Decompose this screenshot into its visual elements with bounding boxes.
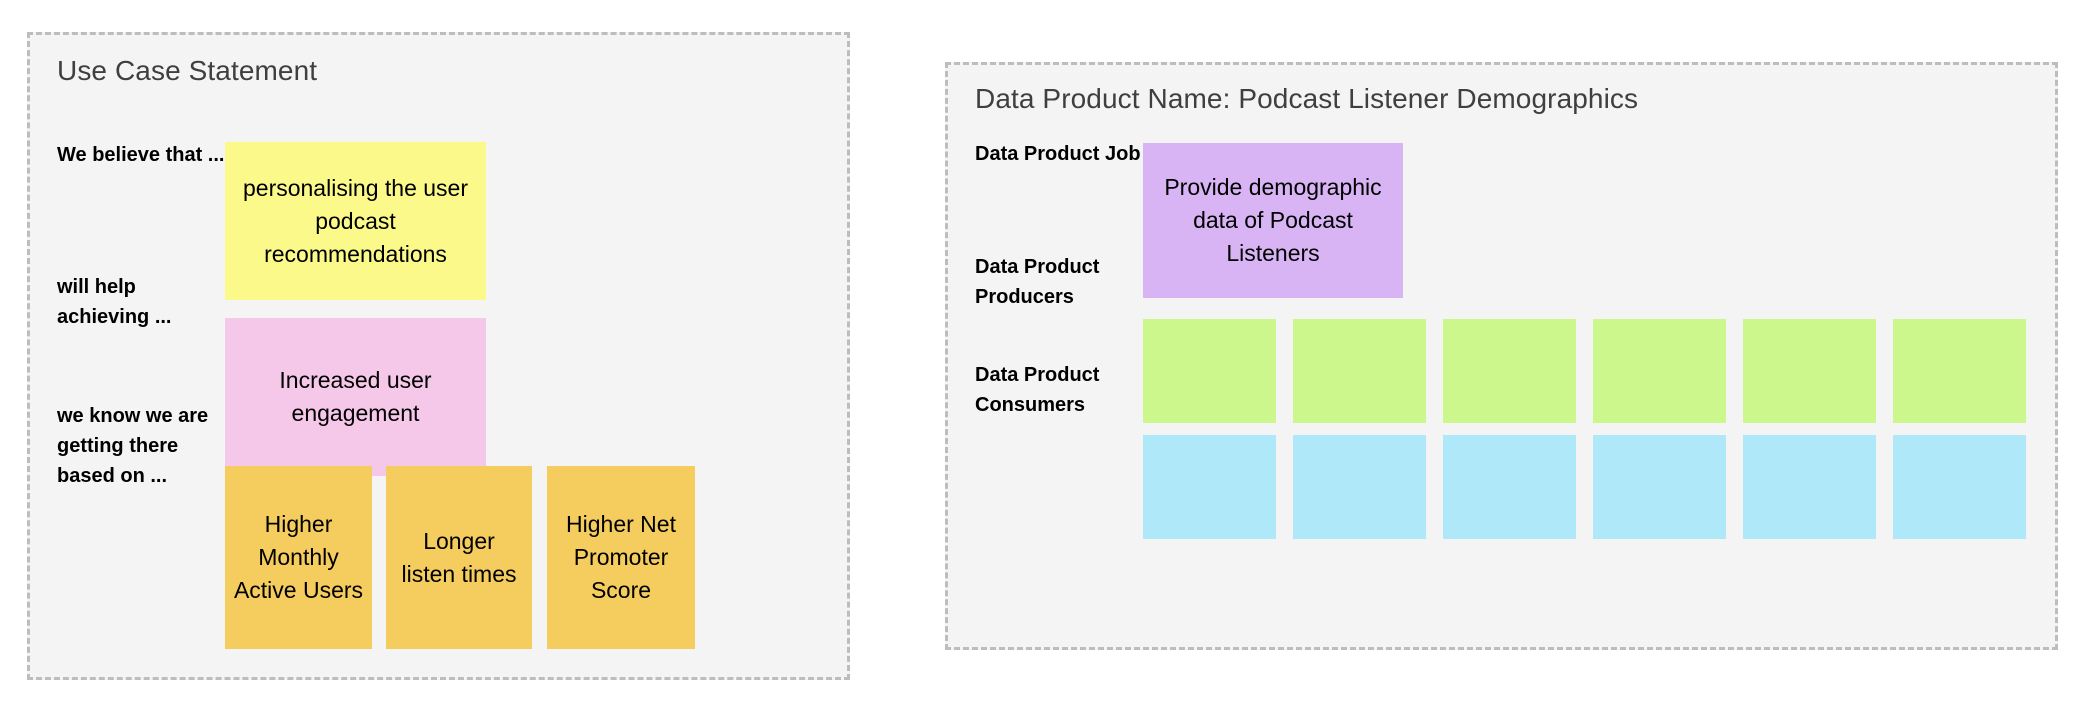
data-product-producers-row [1143, 319, 2026, 423]
sticky-note-consumer[interactable] [1743, 435, 1876, 539]
sticky-note-consumer[interactable] [1593, 435, 1726, 539]
sticky-note-producer[interactable] [1593, 319, 1726, 423]
sticky-note-consumer[interactable] [1443, 435, 1576, 539]
sticky-note-producer[interactable] [1443, 319, 1576, 423]
data-product-panel: Data Product Name: Podcast Listener Demo… [945, 62, 2058, 650]
use-case-statement-panel: Use Case Statement We believe that ... p… [27, 32, 850, 680]
sticky-note-outcome[interactable]: Increased user engagement [225, 318, 486, 476]
data-product-panel-title: Data Product Name: Podcast Listener Demo… [975, 83, 1639, 114]
sticky-note-producer[interactable] [1893, 319, 2026, 423]
row-label-data-product-producers: Data Product Producers [975, 256, 1100, 308]
sticky-note-consumer[interactable] [1893, 435, 2026, 539]
row-label-we-know-we-are-getting-there: we know we are getting there based on ..… [57, 405, 209, 487]
sticky-note-consumer[interactable] [1293, 435, 1426, 539]
row-label-will-help-achieving: will help achieving ... [57, 276, 172, 328]
row-label-data-product-consumers: Data Product Consumers [975, 364, 1100, 416]
row-label-we-believe-that: We believe that ... [57, 144, 225, 166]
sticky-note-producer[interactable] [1143, 319, 1276, 423]
row-label-data-product-job: Data Product Job [975, 143, 1141, 165]
sticky-note-producer[interactable] [1293, 319, 1426, 423]
sticky-note-metric-mau[interactable]: Higher Monthly Active Users [225, 466, 372, 649]
use-case-panel-title: Use Case Statement [57, 55, 318, 86]
sticky-note-belief[interactable]: personalising the user podcast recommend… [225, 142, 486, 300]
data-product-consumers-row [1143, 435, 2026, 539]
sticky-note-consumer[interactable] [1143, 435, 1276, 539]
sticky-note-metric-nps[interactable]: Higher Net Promoter Score [547, 466, 695, 649]
sticky-note-producer[interactable] [1743, 319, 1876, 423]
sticky-note-data-product-job[interactable]: Provide demographic data of Podcast List… [1143, 143, 1403, 298]
sticky-note-metric-listen-times[interactable]: Longer listen times [386, 466, 532, 649]
